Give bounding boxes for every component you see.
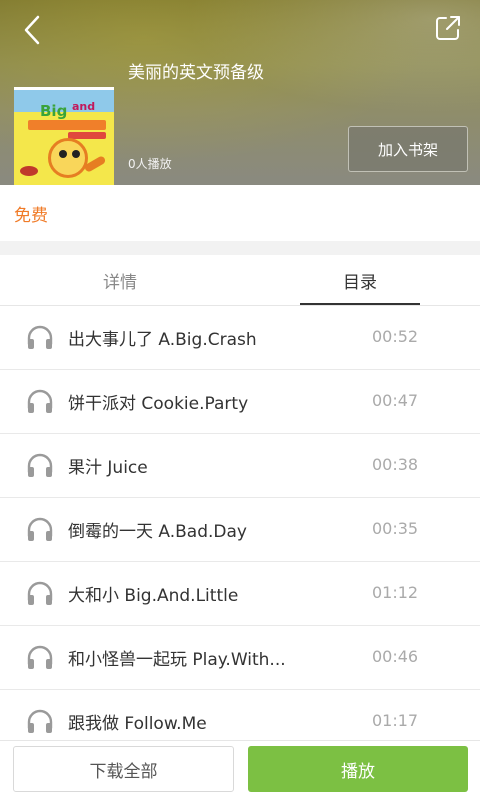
play-count: 0人播放 (128, 157, 172, 171)
track-title: 跟我做 Follow.Me (68, 714, 207, 734)
price-row: 免费 (0, 185, 480, 241)
play-button[interactable]: 播放 (248, 746, 468, 792)
track-duration: 01:12 (372, 583, 419, 602)
tab-catalog[interactable]: 目录 (300, 255, 420, 305)
cover-brand-suffix: and (72, 100, 96, 113)
headphones-icon (27, 581, 53, 605)
track-title: 倒霉的一天 A.Bad.Day (68, 522, 247, 542)
cover-character-eye (59, 150, 67, 158)
track-item[interactable]: 倒霉的一天 A.Bad.Day 00:35 (0, 498, 480, 562)
share-button[interactable] (432, 12, 464, 44)
cover-ladybug (20, 166, 38, 176)
tab-bar: 详情 目录 (0, 255, 480, 306)
headphones-icon (27, 453, 53, 477)
section-divider (0, 241, 480, 255)
track-item[interactable]: 饼干派对 Cookie.Party 00:47 (0, 370, 480, 434)
track-title: 果汁 Juice (68, 458, 148, 478)
album-title: 美丽的英文预备级 (128, 63, 264, 83)
headphones-icon (27, 709, 53, 733)
track-duration: 00:47 (372, 391, 419, 410)
bottom-action-bar: 下载全部 播放 (0, 740, 480, 800)
track-title: 和小怪兽一起玩 Play.With... (68, 650, 286, 670)
track-title: 大和小 Big.And.Little (68, 586, 239, 606)
headphones-icon (27, 517, 53, 541)
tab-details[interactable]: 详情 (60, 255, 180, 305)
album-cover: Big and (14, 87, 114, 185)
price-label: 免费 (14, 206, 48, 226)
headphones-icon (27, 645, 53, 669)
share-icon (436, 16, 460, 40)
track-duration: 00:35 (372, 519, 419, 538)
track-duration: 00:38 (372, 455, 419, 474)
track-item[interactable]: 果汁 Juice 00:38 (0, 434, 480, 498)
active-tab-indicator (300, 303, 420, 305)
track-item[interactable]: 和小怪兽一起玩 Play.With... 00:46 (0, 626, 480, 690)
track-item[interactable]: 出大事儿了 A.Big.Crash 00:52 (0, 306, 480, 370)
cover-brand-text: Big (40, 102, 68, 120)
add-to-shelf-button[interactable]: 加入书架 (348, 126, 468, 172)
cover-character-eye (72, 150, 80, 158)
track-duration: 00:52 (372, 327, 419, 346)
cover-ribbon (28, 120, 106, 130)
track-duration: 01:17 (372, 711, 419, 730)
track-list[interactable]: 出大事儿了 A.Big.Crash 00:52 饼干派对 Cookie.Part… (0, 306, 480, 740)
download-all-button[interactable]: 下载全部 (13, 746, 234, 792)
back-arrow-icon (24, 15, 40, 45)
track-item[interactable]: 大和小 Big.And.Little 01:12 (0, 562, 480, 626)
album-header: 美丽的英文预备级 Big and 0人播放 加入书架 (0, 0, 480, 185)
headphones-icon (27, 389, 53, 413)
cover-character (48, 138, 88, 178)
track-title: 出大事儿了 A.Big.Crash (68, 330, 257, 350)
back-button[interactable] (14, 12, 50, 48)
track-title: 饼干派对 Cookie.Party (68, 394, 249, 414)
track-duration: 00:46 (372, 647, 419, 666)
track-item[interactable]: 跟我做 Follow.Me 01:17 (0, 690, 480, 740)
headphones-icon (27, 325, 53, 349)
